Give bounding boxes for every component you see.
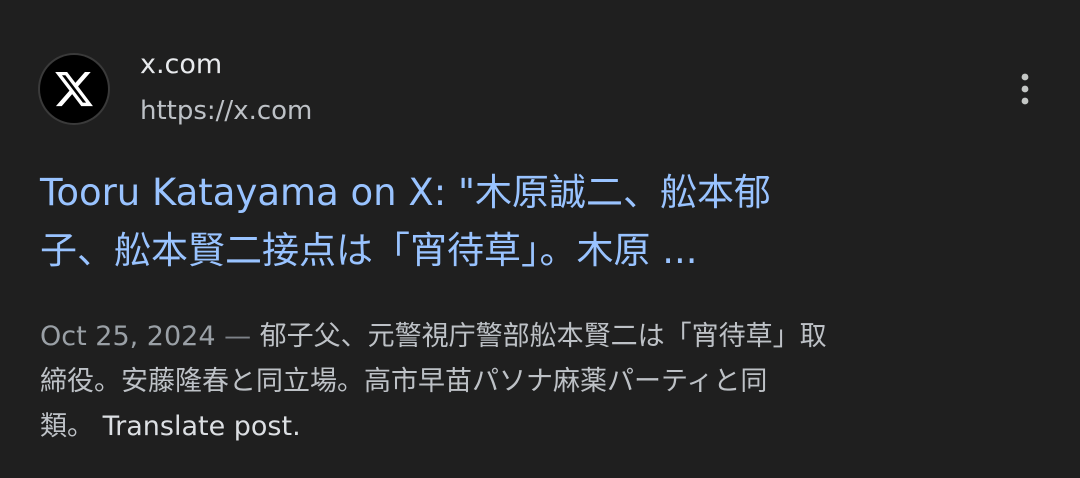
- x-logo-icon: [40, 55, 108, 123]
- title-line-1: Tooru Katayama on X: "木原誠二、舩本郁: [40, 171, 771, 214]
- result-title-link[interactable]: Tooru Katayama on X: "木原誠二、舩本郁 子、舩本賢二接点は…: [40, 164, 1040, 280]
- site-name: x.com: [140, 49, 223, 80]
- result-source[interactable]: x.com https://x.com: [40, 50, 1000, 130]
- snippet-date: Oct 25, 2024: [40, 321, 216, 352]
- snippet-line-2: 締役。安藤隆春と同立場。高市早苗パソナ麻薬パーティと同: [40, 366, 768, 397]
- more-vert-icon: [1021, 73, 1029, 105]
- snippet-line-3: 類。 Translate post.: [40, 404, 1050, 449]
- translate-post-link[interactable]: Translate post.: [103, 411, 301, 442]
- more-options-button[interactable]: [1004, 66, 1046, 112]
- snippet-text-3: 類。: [40, 411, 94, 442]
- snippet-separator: —: [224, 321, 252, 352]
- result-snippet: Oct 25, 2024 — 郁子父、元警視庁警部舩本賢二は「宵待草」取 締役。…: [40, 314, 1050, 449]
- snippet-text-1: 郁子父、元警視庁警部舩本賢二は「宵待草」取: [259, 321, 827, 352]
- title-line-2: 子、舩本賢二接点は「宵待草」。木原 ...: [40, 229, 698, 272]
- site-url: https://x.com: [140, 96, 313, 126]
- search-result-card: x.com https://x.com Tooru Katayama on X:…: [0, 0, 1080, 478]
- snippet-line-1: Oct 25, 2024 — 郁子父、元警視庁警部舩本賢二は「宵待草」取: [40, 314, 1050, 359]
